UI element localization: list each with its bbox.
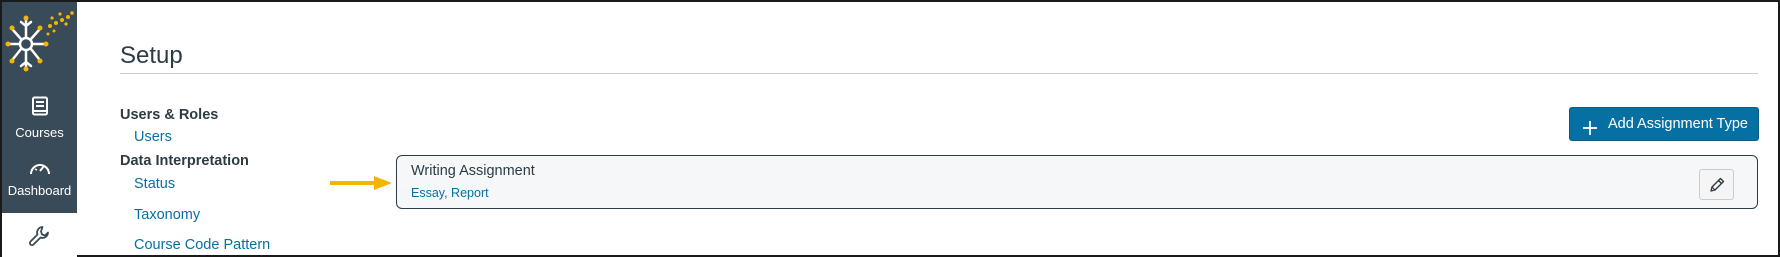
nav-courses[interactable]: Courses — [2, 96, 77, 140]
window-frame — [0, 0, 1780, 257]
section-heading-data-interpretation: Data Interpretation — [120, 153, 249, 169]
snowflake-logo-icon[interactable] — [4, 6, 76, 72]
sidebar-link-users[interactable]: Users — [134, 129, 172, 145]
assignment-type-card[interactable]: Writing Assignment Essay, Report — [396, 155, 1758, 209]
pencil-icon — [1710, 177, 1725, 192]
sidebar-link-status[interactable]: Status — [134, 176, 175, 192]
book-icon — [2, 96, 77, 121]
add-assignment-type-label: Add Assignment Type — [1608, 116, 1748, 132]
wrench-icon — [29, 226, 49, 246]
plus-icon — [1582, 116, 1598, 148]
speedometer-icon — [2, 160, 77, 179]
nav-dashboard[interactable]: Dashboard — [2, 160, 77, 198]
page-title: Setup — [120, 42, 183, 69]
nav-admin[interactable] — [2, 213, 77, 257]
annotation-arrow-icon — [330, 176, 392, 195]
edit-assignment-type-button[interactable] — [1699, 169, 1734, 200]
add-assignment-type-button[interactable]: Add Assignment Type — [1569, 107, 1759, 141]
nav-dashboard-label: Dashboard — [7, 183, 72, 198]
assignment-type-name: Writing Assignment — [411, 163, 535, 179]
assignment-type-subtypes[interactable]: Essay, Report — [411, 186, 489, 200]
global-nav: Courses Dashboard — [2, 2, 77, 257]
section-heading-users-roles: Users & Roles — [120, 107, 219, 123]
sidebar-link-taxonomy[interactable]: Taxonomy — [134, 207, 200, 223]
title-divider — [120, 73, 1758, 74]
sidebar-link-course-code-pattern[interactable]: Course Code Pattern — [134, 237, 270, 253]
nav-courses-label: Courses — [15, 125, 64, 140]
